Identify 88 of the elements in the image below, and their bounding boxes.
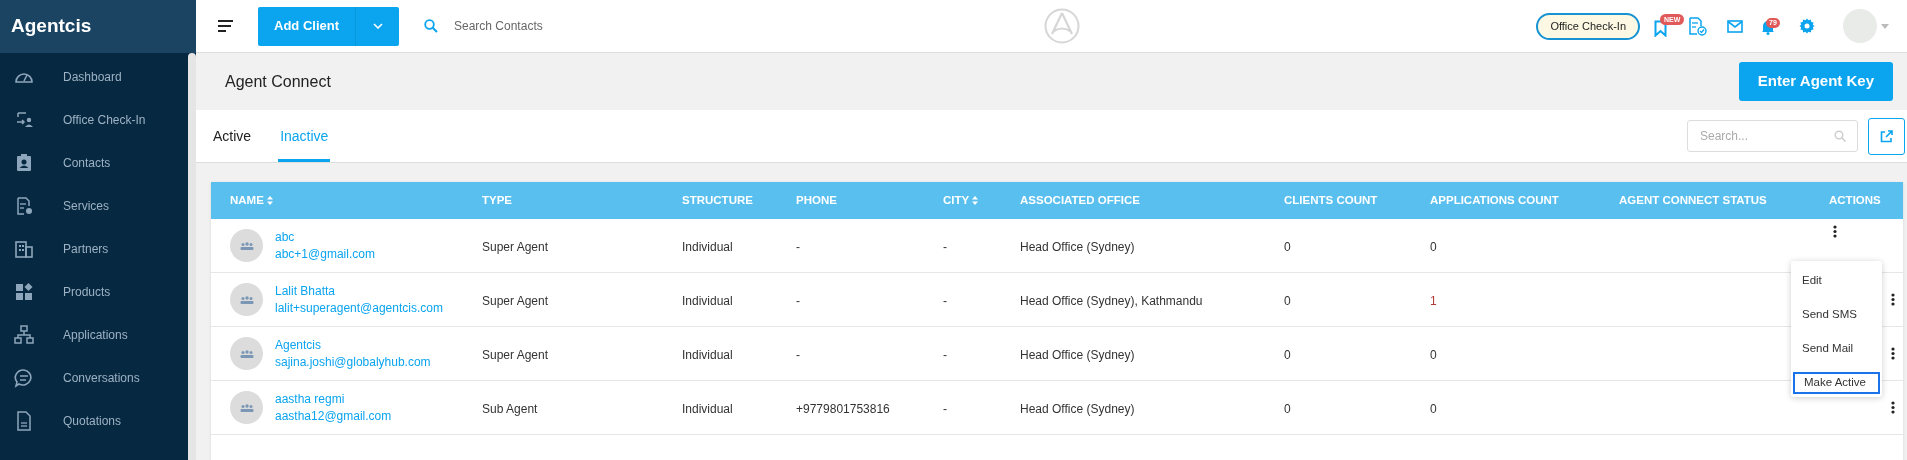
group-icon xyxy=(239,349,254,358)
search-icon xyxy=(1834,130,1846,142)
sort-icon[interactable] xyxy=(266,196,273,205)
sidebar-item[interactable]: Applications xyxy=(0,313,186,356)
table-search-field[interactable]: Search... xyxy=(1687,120,1858,152)
building-icon xyxy=(14,238,34,259)
table-cell: +9779801753816 xyxy=(796,401,890,416)
table-cell: - xyxy=(943,347,947,362)
group-icon xyxy=(239,403,254,412)
sidebar-item[interactable]: Dashboard xyxy=(0,55,186,98)
brand-logo[interactable]: Agentcis xyxy=(0,0,196,53)
table-cell: - xyxy=(796,239,800,254)
more-options-icon[interactable] xyxy=(1891,401,1895,414)
sidebar-item[interactable]: Office Check-In xyxy=(0,98,186,141)
document-gear-icon xyxy=(14,195,34,216)
group-icon xyxy=(239,295,254,304)
column-header: ASSOCIATED OFFICE xyxy=(1020,192,1140,208)
column-header: NAME xyxy=(230,192,264,208)
menu-item[interactable]: Send SMS xyxy=(1791,298,1882,332)
column-header: CITY xyxy=(943,192,970,208)
sidebar-item[interactable]: Contacts xyxy=(0,141,186,184)
external-link-icon xyxy=(1880,129,1893,143)
mail-icon[interactable] xyxy=(1727,19,1743,33)
more-options-icon[interactable] xyxy=(1891,347,1895,360)
sidebar-item[interactable]: Services xyxy=(0,184,186,227)
menu-item[interactable]: Edit xyxy=(1791,264,1882,298)
menu-icon[interactable] xyxy=(218,20,233,32)
table-cell: Sub Agent xyxy=(482,401,538,416)
bookmark-icon[interactable] xyxy=(1654,20,1667,37)
column-header: CLIENTS COUNT xyxy=(1284,192,1378,208)
external-link-button[interactable] xyxy=(1868,117,1905,155)
more-options-icon[interactable] xyxy=(1891,293,1895,306)
sort-icon[interactable] xyxy=(972,196,979,205)
table-cell: 0 xyxy=(1284,239,1291,254)
sidebar-item[interactable]: Products xyxy=(0,270,186,313)
table-cell: Individual xyxy=(682,293,733,308)
table-cell: 0 xyxy=(1430,401,1437,416)
settings-icon[interactable] xyxy=(1799,18,1815,34)
sidebar-item[interactable]: Partners xyxy=(0,227,186,270)
menu-item[interactable]: Send Mail xyxy=(1791,332,1882,366)
table-cell: Head Office (Sydney) xyxy=(1020,347,1135,362)
table-cell: Head Office (Sydney), Kathmandu xyxy=(1020,293,1203,308)
search-contacts-field[interactable]: Search Contacts xyxy=(454,17,654,35)
search-icon[interactable] xyxy=(424,19,438,33)
column-header: ACTIONS xyxy=(1829,192,1881,208)
column-header: TYPE xyxy=(482,192,513,208)
caret-icon[interactable] xyxy=(1881,23,1889,29)
contact-card-icon xyxy=(14,152,34,173)
blocks-icon xyxy=(14,281,34,302)
document-check-icon[interactable] xyxy=(1688,16,1707,36)
table-cell: - xyxy=(796,293,800,308)
column-header: STRUCTURE xyxy=(682,192,753,208)
chat-bubble-icon xyxy=(14,367,34,388)
table-cell: Super Agent xyxy=(482,239,549,254)
sidebar-item[interactable]: Conversations xyxy=(0,356,186,399)
table-cell: Individual xyxy=(682,347,733,362)
logo-icon xyxy=(1044,8,1080,44)
table-cell: 0 xyxy=(1284,347,1291,362)
table-cell: 0 xyxy=(1430,239,1437,254)
flow-diagram-icon xyxy=(14,324,34,345)
menu-item[interactable]: Make Active xyxy=(1793,372,1880,394)
chevron-down-icon xyxy=(372,23,383,29)
table-cell: - xyxy=(943,293,947,308)
table-cell: 0 xyxy=(1430,347,1437,362)
table-cell: 1 xyxy=(1430,293,1437,308)
office-check-in-button[interactable]: Office Check-In xyxy=(1536,12,1640,40)
table-cell: Individual xyxy=(682,401,733,416)
table-cell: - xyxy=(943,401,947,416)
table-cell: Super Agent xyxy=(482,347,549,362)
document-icon xyxy=(14,410,34,431)
more-options-icon[interactable] xyxy=(1833,225,1837,238)
table-cell: Head Office (Sydney) xyxy=(1020,239,1135,254)
column-header: PHONE xyxy=(796,192,837,208)
tab[interactable]: Active xyxy=(211,110,254,162)
table-cell: - xyxy=(943,239,947,254)
table-cell: - xyxy=(796,347,800,362)
table-cell: 0 xyxy=(1284,293,1291,308)
check-in-icon xyxy=(14,109,34,130)
table-cell: Individual xyxy=(682,239,733,254)
table-cell: 0 xyxy=(1284,401,1291,416)
table-cell: Super Agent xyxy=(482,293,549,308)
column-header: AGENT CONNECT STATUS xyxy=(1619,192,1767,208)
sidebar-item[interactable]: Quotations xyxy=(0,399,186,442)
column-header: APPLICATIONS COUNT xyxy=(1430,192,1559,208)
table-cell: Head Office (Sydney) xyxy=(1020,401,1135,416)
group-icon xyxy=(239,241,254,250)
scrollbar[interactable] xyxy=(188,53,196,460)
page-title: Agent Connect xyxy=(225,71,331,92)
